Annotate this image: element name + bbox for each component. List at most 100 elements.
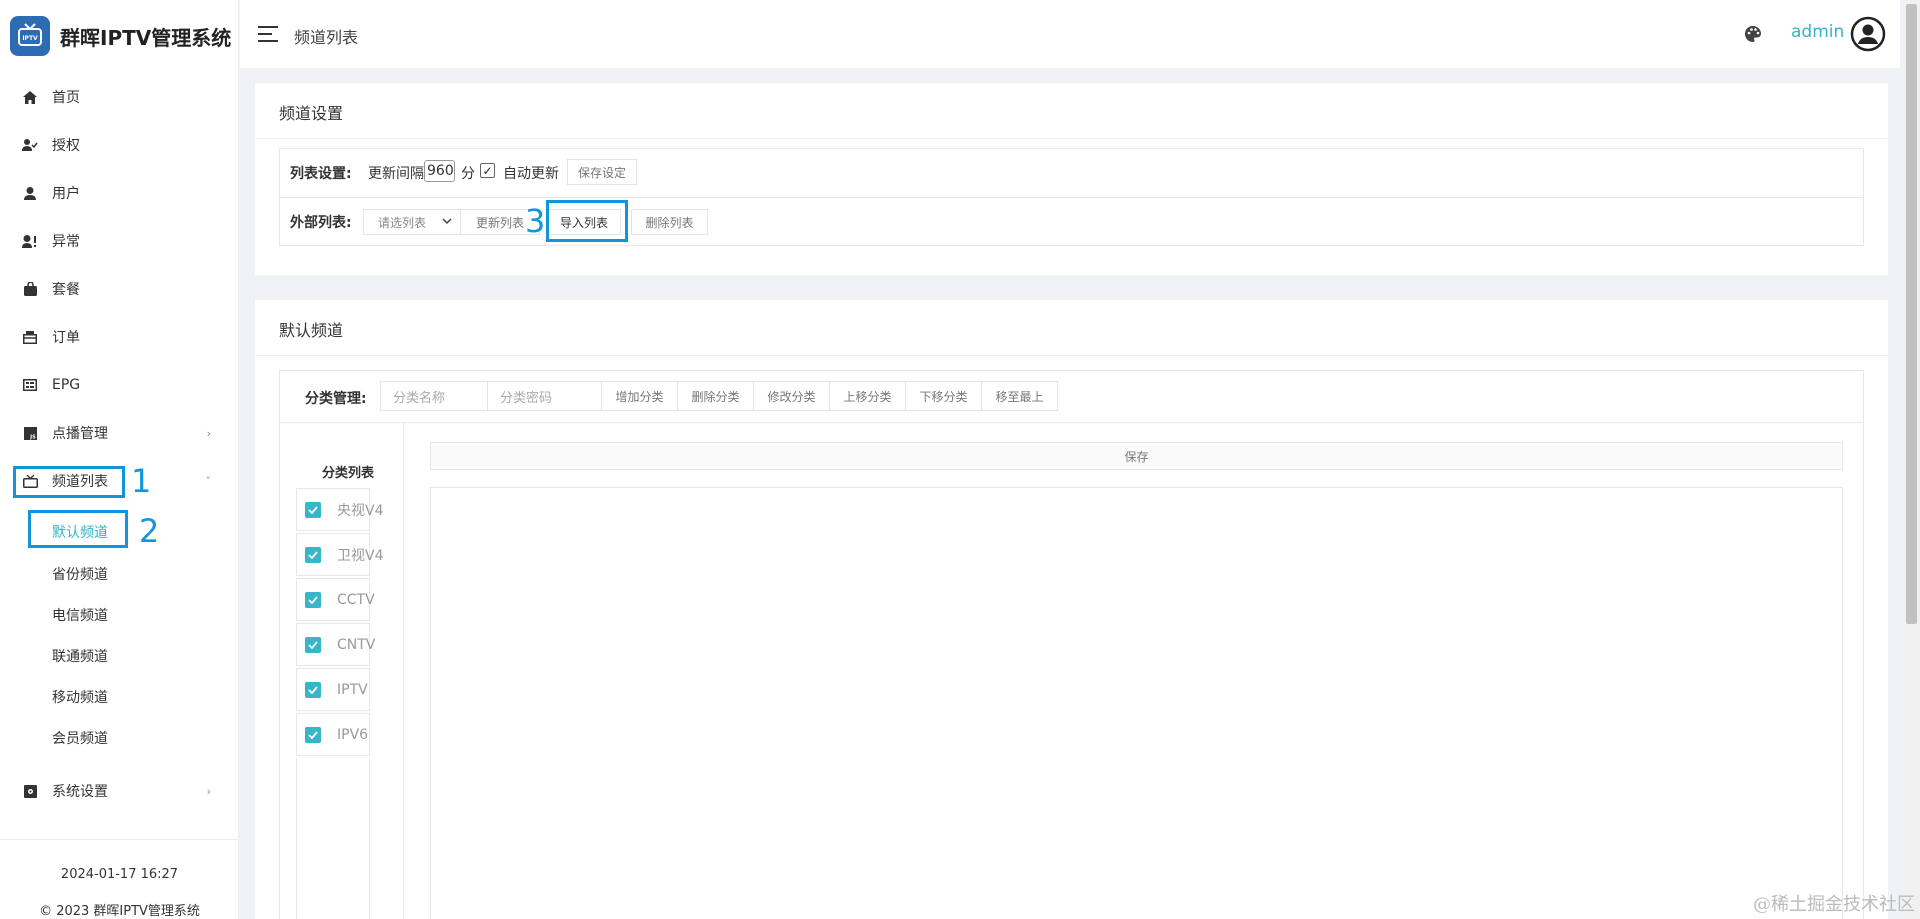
palette-icon[interactable]: [1743, 24, 1763, 44]
channel-editor[interactable]: [430, 487, 1843, 919]
checkbox-checked-icon[interactable]: [305, 501, 321, 518]
checkbox-checked-icon[interactable]: [305, 726, 321, 743]
category-item[interactable]: 央视V4: [296, 488, 383, 531]
menu-toggle-icon[interactable]: [258, 26, 278, 42]
sidebar-item-package[interactable]: 套餐: [0, 274, 239, 304]
user-alert-icon: [22, 233, 38, 249]
sidebar-item-label: 套餐: [52, 282, 80, 298]
annotation-box-3: [546, 200, 628, 242]
panel-title: 默认频道: [279, 321, 344, 340]
sidebar-item-home[interactable]: 首页: [0, 82, 239, 112]
settings-icon: [22, 783, 38, 799]
checkbox-checked-icon[interactable]: [305, 546, 321, 563]
settings-row-divider: [280, 197, 1863, 198]
svg-text:JS: JS: [29, 434, 36, 440]
annotation-box-2: [28, 510, 128, 548]
sidebar-item-abnormal[interactable]: 异常: [0, 226, 239, 256]
sidebar: IPTV 群晖IPTV管理系统 首页 授权 用户 异常 套餐 订单 EPG JS…: [0, 0, 239, 919]
category-item[interactable]: CNTV: [296, 623, 375, 666]
page-title: 频道列表: [294, 28, 359, 47]
category-column-divider: [403, 423, 404, 919]
move-up-category-button[interactable]: 上移分类: [829, 381, 906, 411]
bag-icon: [22, 281, 38, 297]
sidebar-item-vod[interactable]: JS 点播管理 ›: [0, 418, 239, 448]
category-item[interactable]: IPV6: [296, 713, 370, 756]
home-icon: [22, 89, 38, 105]
sidebar-subitem-member[interactable]: 会员频道: [52, 726, 108, 750]
brand[interactable]: IPTV 群晖IPTV管理系统: [10, 16, 231, 56]
delete-category-button[interactable]: 删除分类: [677, 381, 754, 411]
chevron-right-icon: ›: [206, 784, 211, 798]
category-list-filler: [296, 758, 370, 919]
footer-copyright: © 2023 群晖IPTV管理系统: [39, 904, 200, 919]
interval-label: 更新间隔: [368, 166, 424, 182]
sidebar-item-settings[interactable]: 系统设置 ›: [0, 776, 239, 806]
checkbox-checked-icon[interactable]: [305, 591, 321, 608]
category-row-divider: [280, 422, 1863, 423]
settings-box: 列表设置: 更新间隔 960 分 ✓ 自动更新 保存设定 外部列表: 请选列表 …: [279, 148, 1864, 246]
footer-time: 2024-01-17 16:27: [60, 867, 179, 882]
sidebar-item-label: 订单: [52, 330, 80, 346]
add-category-button[interactable]: 增加分类: [601, 381, 678, 411]
save-setting-button[interactable]: 保存设定: [567, 159, 637, 185]
delete-list-button[interactable]: 删除列表: [631, 209, 708, 235]
sidebar-item-label: 异常: [52, 234, 80, 250]
sidebar-subitem-telecom[interactable]: 电信频道: [52, 603, 108, 627]
list-select[interactable]: 请选列表: [363, 209, 461, 235]
category-list: 央视V4 卫视V4 CCTV CNTV IPTV IPV6: [296, 488, 383, 758]
category-mgmt-label: 分类管理:: [305, 391, 367, 407]
move-down-category-button[interactable]: 下移分类: [905, 381, 982, 411]
sidebar-divider: [0, 839, 239, 840]
logo-text: IPTV: [22, 35, 38, 42]
user-check-icon: [22, 137, 38, 153]
user-icon: [22, 185, 38, 201]
sidebar-subitem-unicom[interactable]: 联通频道: [52, 644, 108, 668]
js-icon: JS: [22, 425, 38, 441]
interval-input[interactable]: 960: [424, 160, 455, 182]
sidebar-item-orders[interactable]: 订单: [0, 322, 239, 352]
sidebar-item-label: 点播管理: [52, 426, 108, 442]
category-password-input[interactable]: 分类密码: [487, 381, 602, 411]
annotation-number-3: 3: [525, 202, 546, 240]
chevron-down-icon: ˇ: [205, 474, 212, 488]
top-header: 频道列表 admin: [240, 0, 1900, 68]
auto-update-checkbox[interactable]: ✓: [480, 163, 495, 178]
sidebar-item-label: EPG: [52, 377, 81, 393]
category-label: IPTV: [337, 681, 368, 698]
annotation-number-1: 1: [131, 462, 152, 500]
chevron-right-icon: ›: [206, 426, 211, 440]
category-name-input[interactable]: 分类名称: [380, 381, 488, 411]
checkbox-checked-icon[interactable]: [305, 681, 321, 698]
category-item[interactable]: CCTV: [296, 578, 375, 621]
scrollbar-thumb[interactable]: [1906, 4, 1917, 624]
epg-icon: [22, 377, 38, 393]
sidebar-item-label: 首页: [52, 90, 80, 106]
category-list-title: 分类列表: [322, 466, 375, 481]
category-item[interactable]: 卫视V4: [296, 533, 383, 576]
sidebar-subitem-province[interactable]: 省份频道: [52, 562, 108, 586]
annotation-box-1: [13, 466, 125, 498]
category-label: 卫视V4: [337, 547, 384, 564]
external-list-label: 外部列表:: [290, 215, 352, 231]
edit-category-button[interactable]: 修改分类: [753, 381, 830, 411]
category-label: CCTV: [337, 591, 375, 608]
tv-logo-icon: IPTV: [10, 16, 50, 56]
category-item[interactable]: IPTV: [296, 668, 370, 711]
checkbox-checked-icon[interactable]: [305, 636, 321, 653]
order-icon: [22, 329, 38, 345]
annotation-number-2: 2: [139, 512, 160, 550]
category-box: 分类管理: 分类名称 分类密码 增加分类 删除分类 修改分类 上移分类 下移分类…: [279, 370, 1864, 919]
category-label: CNTV: [337, 636, 376, 653]
user-name[interactable]: admin: [1791, 22, 1844, 42]
sidebar-subitem-mobile[interactable]: 移动频道: [52, 685, 108, 709]
sidebar-item-users[interactable]: 用户: [0, 178, 239, 208]
watermark: @稀土掘金技术社区: [1753, 894, 1915, 915]
move-top-category-button[interactable]: 移至最上: [981, 381, 1058, 411]
sidebar-item-epg[interactable]: EPG: [0, 370, 239, 400]
chevron-down-icon: [442, 216, 452, 229]
panel-divider: [255, 138, 1888, 139]
sidebar-item-auth[interactable]: 授权: [0, 130, 239, 160]
save-button[interactable]: 保存: [430, 442, 1843, 470]
avatar-icon[interactable]: [1850, 16, 1886, 52]
list-settings-label: 列表设置:: [290, 166, 352, 182]
